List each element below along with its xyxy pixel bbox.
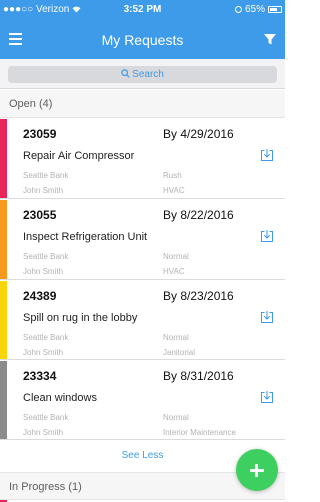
search-bar: Search — [0, 59, 285, 89]
request-title: Spill on rug in the lobby — [23, 312, 138, 324]
request-assignee: John Smith — [23, 428, 64, 437]
request-due-date: By 8/31/2016 — [163, 369, 234, 383]
request-location: Seattle Bank — [23, 333, 69, 342]
priority-color-bar — [0, 281, 7, 359]
status-bar: ●●●○○ Verizon 3:52 PM 65% — [0, 0, 285, 20]
request-location: Seattle Bank — [23, 252, 69, 261]
download-icon[interactable] — [260, 148, 274, 162]
request-card[interactable]: 23334 By 8/31/2016 Clean windows Seattle… — [0, 361, 285, 440]
request-priority: Normal — [163, 333, 189, 342]
download-icon[interactable] — [260, 390, 274, 404]
battery-percent: 65% — [244, 4, 265, 15]
search-icon — [121, 69, 130, 78]
priority-color-bar — [0, 200, 7, 279]
battery-info: 65% — [234, 4, 282, 15]
request-id: 23059 — [23, 127, 57, 141]
request-id: 23055 — [23, 208, 57, 222]
priority-color-bar — [0, 119, 7, 198]
battery-icon — [268, 6, 282, 13]
request-due-date: By 8/22/2016 — [163, 208, 234, 222]
filter-icon[interactable] — [263, 32, 277, 46]
request-assignee: John Smith — [23, 267, 64, 276]
request-priority: Rush — [163, 171, 182, 180]
nav-bar: My Requests — [0, 20, 285, 59]
request-card[interactable]: 24389 By 8/23/2016 Spill on rug in the l… — [0, 281, 285, 360]
request-assignee: John Smith — [23, 348, 64, 357]
section-header-open: Open (4) — [0, 90, 285, 118]
download-icon[interactable] — [260, 229, 274, 243]
request-due-date: By 8/23/2016 — [163, 289, 234, 303]
request-due-date: By 4/29/2016 — [163, 127, 234, 141]
search-placeholder: Search — [132, 69, 164, 80]
request-id: 23334 — [23, 369, 57, 383]
search-input[interactable]: Search — [8, 66, 277, 83]
request-title: Repair Air Compressor — [23, 150, 135, 162]
add-request-button[interactable] — [236, 449, 278, 491]
request-priority: Normal — [163, 252, 189, 261]
request-category: Janitorial — [163, 348, 196, 357]
request-priority: Normal — [163, 413, 189, 422]
request-card[interactable]: 23059 By 4/29/2016 Repair Air Compressor… — [0, 119, 285, 199]
request-category: HVAC — [163, 186, 185, 195]
request-category: Interior Maintenance — [163, 428, 236, 437]
page-title: My Requests — [101, 32, 184, 48]
request-location: Seattle Bank — [23, 171, 69, 180]
download-icon[interactable] — [260, 310, 274, 324]
request-assignee: John Smith — [23, 186, 64, 195]
request-title: Clean windows — [23, 392, 97, 404]
request-id: 24389 — [23, 289, 57, 303]
request-title: Inspect Refrigeration Unit — [23, 231, 148, 243]
alarm-icon — [234, 6, 242, 13]
request-category: HVAC — [163, 267, 185, 276]
request-card[interactable]: 23055 By 8/22/2016 Inspect Refrigeration… — [0, 200, 285, 280]
priority-color-bar — [0, 361, 7, 439]
request-location: Seattle Bank — [23, 413, 69, 422]
